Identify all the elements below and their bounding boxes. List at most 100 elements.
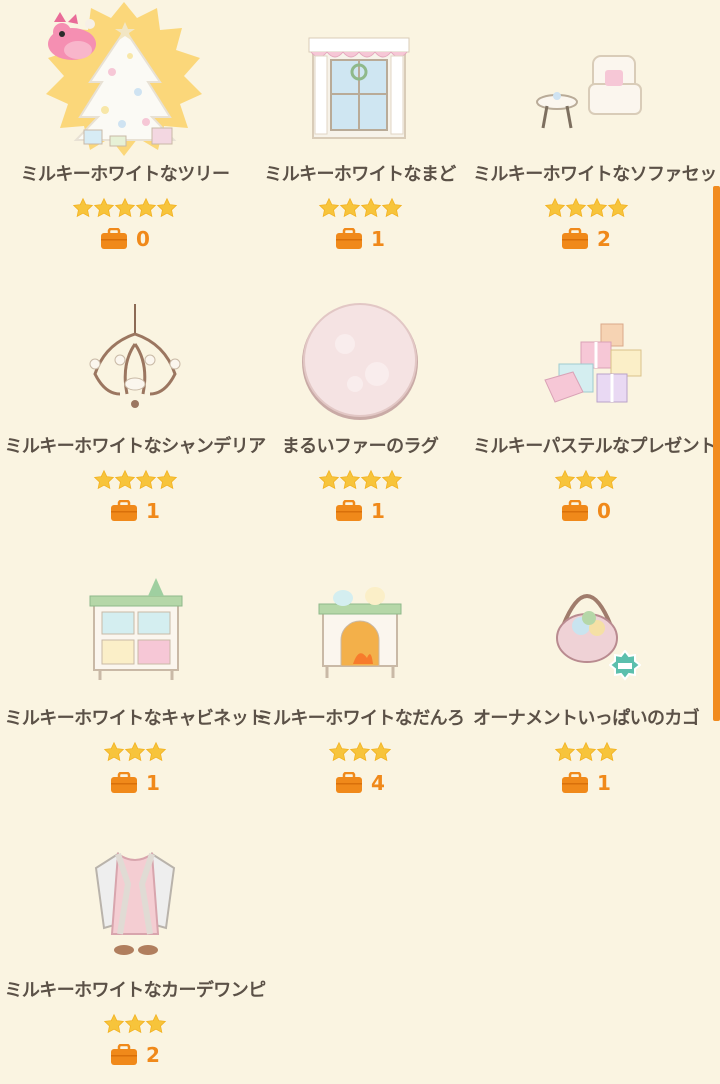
bag-icon (335, 499, 363, 522)
star-icon (586, 197, 608, 219)
owned-count-value: 4 (371, 771, 385, 795)
pet-face-icon (42, 10, 104, 66)
chandelier-icon (60, 284, 210, 424)
owned-count: 1 (247, 224, 473, 254)
item-card[interactable]: ミルキーホワイトなツリー 0 (12, 2, 238, 268)
star-icon (575, 741, 597, 763)
item-card[interactable]: ミルキーホワイトなカーデワンピ 2 (5, 822, 266, 1084)
star-icon (114, 469, 136, 491)
bag-icon (561, 771, 589, 794)
star-icon (93, 469, 115, 491)
owned-count-value: 1 (146, 499, 160, 523)
item-name: ミルキーパステルなプレゼント (473, 436, 717, 457)
item-card[interactable]: ミルキーパステルなプレゼント 0 (473, 278, 717, 540)
item-grid: ミルキーホワイトなツリー 0 ミルキーホワイトなまど 1 ミルキーホワイトなソフ… (0, 0, 720, 1075)
star-icon (554, 469, 576, 491)
star-icon (145, 741, 167, 763)
item-card[interactable]: オーナメントいっぱいのカゴ 1 (473, 550, 700, 812)
bag-icon (561, 499, 589, 522)
star-icon (318, 197, 340, 219)
item-name: ミルキーホワイトなカーデワンピ (4, 980, 267, 1001)
presents-icon (511, 284, 661, 424)
owned-count: 1 (22, 768, 248, 798)
star-icon (360, 469, 382, 491)
item-card[interactable]: ミルキーホワイトなキャビネット 1 (5, 550, 266, 812)
bag-icon (561, 227, 589, 250)
item-name: ミルキーホワイトなキャビネット (4, 708, 267, 729)
star-icon (554, 741, 576, 763)
owned-count: 0 (473, 496, 699, 526)
star-icon (135, 469, 157, 491)
star-icon (114, 197, 136, 219)
star-icon (544, 197, 566, 219)
item-name: ミルキーホワイトなツリー (20, 164, 230, 185)
item-name: ミルキーホワイトなだんろ (255, 708, 465, 729)
star-icon (370, 741, 392, 763)
owned-count: 1 (22, 496, 248, 526)
owned-count: 4 (247, 768, 473, 798)
star-icon (381, 469, 403, 491)
star-icon (565, 197, 587, 219)
rarity-stars (22, 738, 248, 764)
star-icon (124, 1013, 146, 1035)
owned-count: 1 (473, 768, 699, 798)
item-card[interactable]: ミルキーホワイトなまど 1 (247, 6, 473, 268)
rarity-stars (473, 738, 699, 764)
star-icon (596, 741, 618, 763)
rarity-stars (247, 194, 473, 220)
owned-count: 2 (473, 224, 699, 254)
owned-count-value: 2 (597, 227, 611, 251)
rarity-stars (12, 194, 238, 220)
star-icon (381, 197, 403, 219)
rarity-stars (22, 1010, 248, 1036)
star-icon (72, 197, 94, 219)
owned-count-value: 1 (146, 771, 160, 795)
rarity-stars (473, 194, 699, 220)
special-badge-icon (609, 650, 641, 682)
star-icon (607, 197, 629, 219)
star-icon (156, 197, 178, 219)
owned-count: 1 (247, 496, 473, 526)
star-icon (575, 469, 597, 491)
rarity-stars (247, 466, 473, 492)
star-icon (349, 741, 371, 763)
star-icon (93, 197, 115, 219)
round-rug-icon (285, 284, 435, 424)
star-icon (135, 197, 157, 219)
item-name: ミルキーホワイトなソファセット (473, 164, 720, 185)
bag-icon (110, 771, 138, 794)
fireplace-icon (285, 556, 435, 696)
item-card[interactable]: ミルキーホワイトなソファセット 2 (473, 6, 720, 268)
owned-count: 2 (22, 1040, 248, 1070)
scrollbar[interactable] (713, 186, 720, 721)
item-name: オーナメントいっぱいのカゴ (473, 708, 700, 729)
star-icon (156, 469, 178, 491)
bag-icon (100, 227, 128, 250)
star-icon (360, 197, 382, 219)
cabinet-icon (60, 556, 210, 696)
item-name: ミルキーホワイトなシャンデリア (4, 436, 267, 457)
bag-icon (110, 499, 138, 522)
star-icon (328, 741, 350, 763)
star-icon (103, 741, 125, 763)
bag-icon (335, 771, 363, 794)
owned-count-value: 2 (146, 1043, 160, 1067)
owned-count-value: 1 (371, 499, 385, 523)
bag-icon (110, 1043, 138, 1066)
cardigan-dress-icon (60, 828, 210, 968)
item-card[interactable]: まるいファーのラグ 1 (247, 278, 473, 540)
star-icon (145, 1013, 167, 1035)
window-icon (285, 12, 435, 152)
bag-icon (335, 227, 363, 250)
star-icon (318, 469, 340, 491)
item-card[interactable]: ミルキーホワイトなだんろ 4 (247, 550, 473, 812)
item-name: まるいファーのラグ (281, 436, 439, 457)
star-icon (596, 469, 618, 491)
owned-count: 0 (12, 224, 238, 254)
owned-count-value: 0 (136, 227, 150, 251)
rarity-stars (473, 466, 699, 492)
sofa-set-icon (511, 12, 661, 152)
owned-count-value: 0 (597, 499, 611, 523)
owned-count-value: 1 (597, 771, 611, 795)
item-card[interactable]: ミルキーホワイトなシャンデリア 1 (5, 278, 266, 540)
